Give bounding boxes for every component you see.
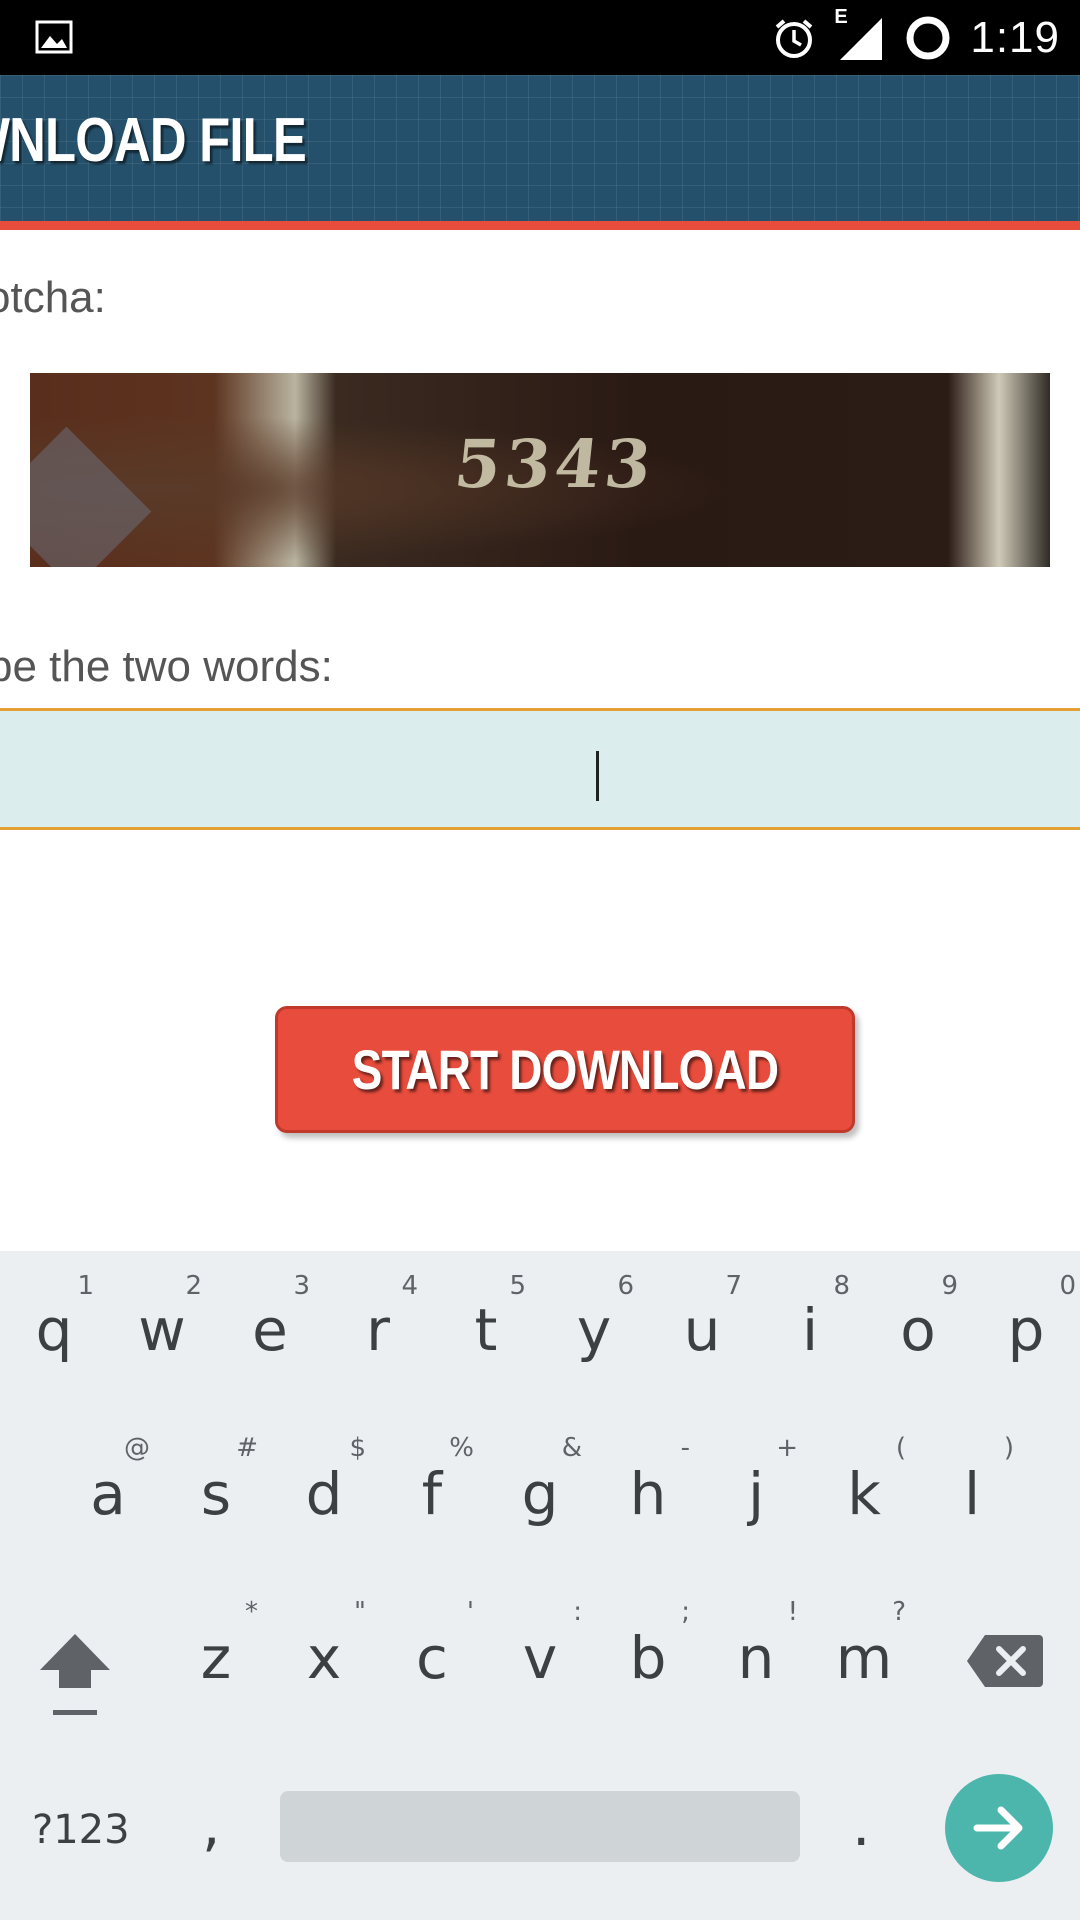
key-y[interactable]: 6y <box>540 1251 648 1391</box>
key-label: a <box>90 1460 126 1528</box>
key-hint: # <box>236 1433 258 1463</box>
key-o[interactable]: 9o <box>864 1251 972 1391</box>
key-label: m <box>835 1624 893 1692</box>
period-key[interactable]: . <box>852 1791 870 1859</box>
key-s[interactable]: # s <box>162 1415 270 1555</box>
key-hint: ( <box>895 1433 906 1463</box>
key-hint: % <box>449 1433 474 1463</box>
key-q[interactable]: 1q <box>0 1251 108 1391</box>
key-label: p <box>1007 1296 1045 1364</box>
key-f[interactable]: % f <box>378 1415 486 1555</box>
key-label: t <box>474 1296 498 1364</box>
key-label: o <box>900 1296 936 1364</box>
key-label: g <box>521 1460 559 1528</box>
key-hint: " <box>354 1597 366 1627</box>
key-hint: & <box>561 1433 582 1463</box>
key-label: u <box>683 1296 721 1364</box>
header-accent-bar <box>0 221 1080 230</box>
image-icon <box>35 20 73 54</box>
key-g[interactable]: & g <box>486 1415 594 1555</box>
status-time: 1:19 <box>970 12 1060 62</box>
key-label: l <box>963 1460 981 1528</box>
key-label: r <box>366 1296 390 1364</box>
key-label: e <box>252 1296 288 1364</box>
key-j[interactable]: + j <box>702 1415 810 1555</box>
key-c[interactable]: ' c <box>378 1579 486 1719</box>
key-w[interactable]: 2w <box>108 1251 216 1391</box>
key-label: y <box>576 1296 612 1364</box>
key-r[interactable]: 4r <box>324 1251 432 1391</box>
key-hint: ! <box>787 1597 798 1627</box>
key-label: z <box>200 1624 232 1692</box>
key-z[interactable]: * z <box>162 1579 270 1719</box>
start-download-label: START DOWNLOAD <box>351 1038 779 1101</box>
page-title: WNLOAD FILE <box>0 106 307 175</box>
key-label: s <box>200 1460 232 1528</box>
key-hint: : <box>573 1597 582 1627</box>
signal-icon: E <box>834 6 886 64</box>
key-hint: - <box>680 1433 690 1463</box>
alarm-icon <box>776 18 813 58</box>
key-e[interactable]: 3e <box>216 1251 324 1391</box>
key-hint: ? <box>892 1597 906 1627</box>
key-h[interactable]: -h <box>594 1415 702 1555</box>
arrow-right-icon <box>973 1806 1023 1850</box>
key-hint: @ <box>124 1433 150 1463</box>
text-cursor <box>596 751 599 801</box>
words-label: pe the two words: <box>0 642 333 691</box>
key-label: c <box>416 1624 448 1692</box>
key-label: i <box>801 1296 819 1364</box>
key-label: v <box>522 1624 558 1692</box>
key-hint: * <box>245 1597 258 1627</box>
key-label: q <box>35 1296 73 1364</box>
key-x[interactable]: " x <box>270 1579 378 1719</box>
key-label: j <box>747 1460 765 1528</box>
key-a[interactable]: @ a <box>54 1415 162 1555</box>
key-hint: ) <box>1003 1433 1014 1463</box>
key-label: k <box>847 1460 881 1528</box>
space-bar[interactable] <box>280 1791 800 1862</box>
key-label: n <box>737 1624 775 1692</box>
key-n[interactable]: ! n <box>702 1579 810 1719</box>
captcha-words-input[interactable] <box>0 708 1080 830</box>
key-v[interactable]: :v <box>486 1579 594 1719</box>
key-b[interactable]: ; b <box>594 1579 702 1719</box>
key-label: w <box>138 1296 186 1364</box>
captcha-image-text: 5343 <box>450 425 659 503</box>
key-l[interactable]: ) l <box>918 1415 1026 1555</box>
status-bar: E 1:19 <box>0 0 1080 75</box>
key-label: b <box>629 1624 667 1692</box>
key-label: f <box>421 1460 443 1528</box>
soft-keyboard: 1q 2w 3e 4r 5t 6y 7u 8i 9o 0p @ a # s $ d %… <box>0 1251 1080 1920</box>
key-m[interactable]: ? m <box>810 1579 918 1719</box>
key-label: x <box>306 1624 342 1692</box>
key-hint: $ <box>349 1433 366 1463</box>
start-download-button[interactable]: START DOWNLOAD <box>275 1006 855 1133</box>
page-header: WNLOAD FILE <box>0 75 1080 221</box>
symbols-key[interactable]: ?123 <box>32 1807 130 1853</box>
enter-button[interactable] <box>945 1774 1053 1882</box>
key-k[interactable]: (k <box>810 1415 918 1555</box>
key-i[interactable]: 8i <box>756 1251 864 1391</box>
comma-key[interactable]: , <box>202 1791 220 1859</box>
key-hint: ' <box>466 1597 474 1627</box>
captcha-image: 5343 <box>30 373 1050 567</box>
key-p[interactable]: 0p <box>972 1251 1080 1391</box>
captcha-label: otcha: <box>0 273 106 322</box>
sync-icon <box>906 16 950 59</box>
key-u[interactable]: 7u <box>648 1251 756 1391</box>
key-d[interactable]: $ d <box>270 1415 378 1555</box>
key-label: d <box>305 1460 343 1528</box>
key-t[interactable]: 5t <box>432 1251 540 1391</box>
key-hint: + <box>776 1433 798 1463</box>
captcha-background-shape <box>30 426 152 567</box>
key-label: h <box>629 1460 667 1528</box>
key-hint: ; <box>681 1597 690 1627</box>
shift-icon[interactable] <box>35 1626 115 1726</box>
backspace-icon[interactable] <box>965 1631 1045 1691</box>
